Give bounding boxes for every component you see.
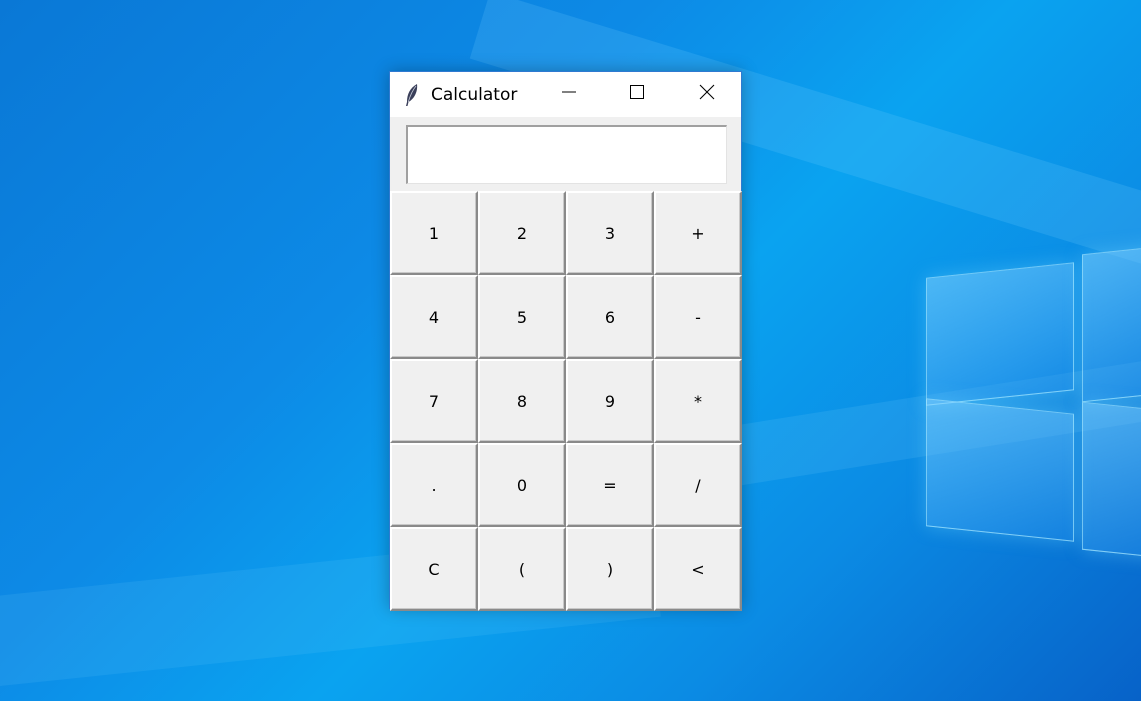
key-decimal[interactable]: . [390,443,478,527]
logo-pane [1082,245,1141,403]
key-close-paren[interactable]: ) [566,527,654,611]
key-multiply[interactable]: * [654,359,742,443]
key-0[interactable]: 0 [478,443,566,527]
key-equals[interactable]: = [566,443,654,527]
minimize-icon [561,84,577,105]
key-8[interactable]: 8 [478,359,566,443]
expression-input[interactable] [406,125,727,184]
display-area [390,117,741,191]
window-title: Calculator [431,85,518,105]
key-7[interactable]: 7 [390,359,478,443]
maximize-button[interactable] [603,72,671,117]
minimize-button[interactable] [535,72,603,117]
key-1[interactable]: 1 [390,191,478,275]
key-3[interactable]: 3 [566,191,654,275]
feather-icon [404,83,420,107]
maximize-icon [629,84,645,105]
key-clear[interactable]: C [390,527,478,611]
title-bar[interactable]: Calculator [390,72,741,117]
key-6[interactable]: 6 [566,275,654,359]
key-backspace[interactable]: < [654,527,742,611]
close-icon [699,84,715,105]
key-open-paren[interactable]: ( [478,527,566,611]
close-button[interactable] [673,72,741,117]
logo-pane [926,262,1074,406]
calculator-window: Calculator 1 2 3 + 4 5 6 - 7 8 9 * . 0 =… [389,71,742,611]
key-5[interactable]: 5 [478,275,566,359]
windows-logo [926,240,1141,570]
key-4[interactable]: 4 [390,275,478,359]
key-minus[interactable]: - [654,275,742,359]
key-plus[interactable]: + [654,191,742,275]
key-2[interactable]: 2 [478,191,566,275]
logo-pane [926,398,1074,542]
logo-pane [1082,401,1141,559]
key-divide[interactable]: / [654,443,742,527]
key-9[interactable]: 9 [566,359,654,443]
